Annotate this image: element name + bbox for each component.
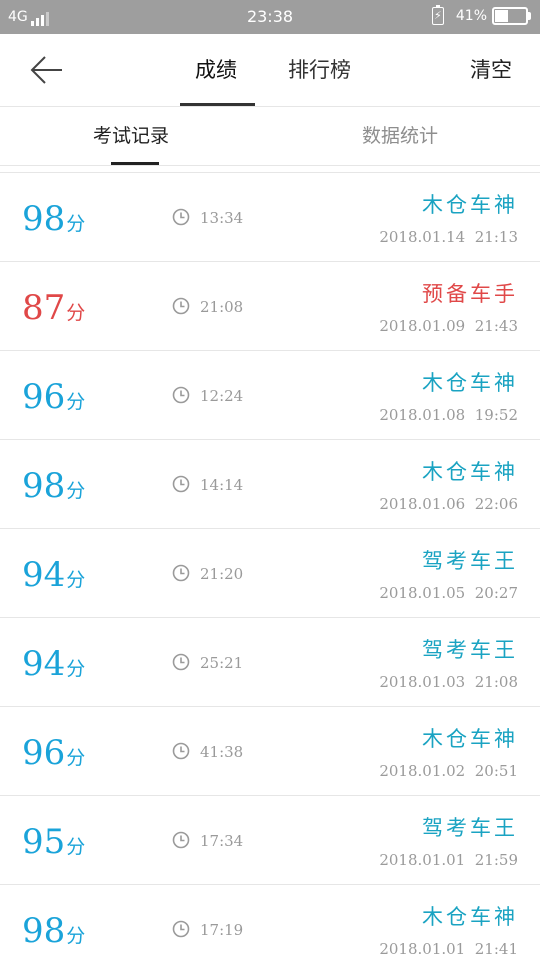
clock-icon	[172, 386, 190, 404]
charging-icon	[431, 5, 444, 25]
record-row[interactable]: 95分 17:34 驾考车王 2018.01.01 21:59	[0, 796, 540, 885]
score: 98分	[22, 911, 85, 957]
clock-icon	[172, 564, 190, 582]
subtabs: 考试记录 数据统计	[0, 107, 540, 166]
score-value: 98	[22, 199, 66, 239]
rank-title: 预备车手	[422, 282, 518, 306]
duration: 21:08	[200, 298, 244, 316]
score-value: 96	[22, 733, 66, 773]
tab-leaderboard[interactable]: 排行榜	[288, 54, 351, 86]
back-arrow-icon	[30, 56, 62, 84]
duration: 17:34	[200, 832, 244, 850]
record-row[interactable]: 96分 41:38 木仓车神 2018.01.02 20:51	[0, 707, 540, 796]
score-value: 94	[22, 644, 66, 684]
rank-title: 木仓车神	[422, 727, 518, 751]
record-row[interactable]: 98分 17:19 木仓车神 2018.01.01 21:41	[0, 885, 540, 960]
exam-datetime: 2018.01.09 21:43	[379, 317, 518, 335]
duration: 21:20	[200, 565, 244, 583]
tab-scores[interactable]: 成绩	[195, 54, 237, 86]
exam-datetime: 2018.01.06 22:06	[379, 495, 518, 513]
record-row[interactable]: 94分 25:21 驾考车王 2018.01.03 21:08	[0, 618, 540, 707]
record-row[interactable]: 87分 21:08 预备车手 2018.01.09 21:43	[0, 262, 540, 351]
clock-icon	[172, 831, 190, 849]
record-row[interactable]: 98分 14:14 木仓车神 2018.01.06 22:06	[0, 440, 540, 529]
clock-icon	[172, 653, 190, 671]
score: 98分	[22, 199, 85, 245]
exam-datetime: 2018.01.01 21:41	[379, 940, 518, 958]
status-right: 41%	[431, 5, 531, 25]
rank-title: 木仓车神	[422, 193, 518, 217]
clock-icon	[172, 920, 190, 938]
score: 95分	[22, 822, 85, 868]
score-unit: 分	[66, 569, 86, 591]
score-unit: 分	[66, 658, 86, 680]
subtab-statistics[interactable]: 数据统计	[362, 121, 438, 151]
duration: 25:21	[200, 654, 244, 672]
score-unit: 分	[66, 302, 86, 324]
subtab-exam-records[interactable]: 考试记录	[93, 121, 169, 151]
exam-datetime: 2018.01.02 20:51	[379, 762, 518, 780]
record-row[interactable]: 96分 12:24 木仓车神 2018.01.08 19:52	[0, 351, 540, 440]
duration: 14:14	[200, 476, 244, 494]
active-tab-indicator	[180, 103, 255, 106]
score: 94分	[22, 644, 85, 690]
rank-title: 木仓车神	[422, 371, 518, 395]
score-value: 95	[22, 822, 66, 862]
score-value: 98	[22, 466, 66, 506]
score-value: 98	[22, 911, 66, 951]
record-list: 98分 13:34 木仓车神 2018.01.14 21:13 87分 21:0…	[0, 172, 540, 960]
clock-icon	[172, 742, 190, 760]
duration: 13:34	[200, 209, 244, 227]
score-unit: 分	[66, 925, 86, 947]
score-unit: 分	[66, 480, 86, 502]
rank-title: 木仓车神	[422, 460, 518, 484]
score-value: 96	[22, 377, 66, 417]
clear-button[interactable]: 清空	[470, 54, 512, 86]
exam-datetime: 2018.01.14 21:13	[379, 228, 518, 246]
record-row[interactable]: 98分 13:34 木仓车神 2018.01.14 21:13	[0, 173, 540, 262]
header: 成绩 排行榜 清空	[0, 34, 540, 107]
clock-icon	[172, 475, 190, 493]
score: 87分	[22, 288, 85, 334]
battery-icon	[492, 7, 531, 25]
score: 96分	[22, 733, 85, 779]
battery-percent: 41%	[455, 8, 487, 24]
rank-title: 驾考车王	[422, 816, 518, 840]
exam-datetime: 2018.01.08 19:52	[379, 406, 518, 424]
duration: 12:24	[200, 387, 244, 405]
score-unit: 分	[66, 747, 86, 769]
score-unit: 分	[66, 391, 86, 413]
clock-icon	[172, 297, 190, 315]
score-value: 94	[22, 555, 66, 595]
clock-icon	[172, 208, 190, 226]
score: 98分	[22, 466, 85, 512]
score: 96分	[22, 377, 85, 423]
rank-title: 木仓车神	[422, 905, 518, 929]
rank-title: 驾考车王	[422, 549, 518, 573]
score-unit: 分	[66, 836, 86, 858]
screen: 4G 23:38 41% 成绩 排行榜 清空 考试记录	[0, 0, 540, 960]
back-button[interactable]	[20, 50, 68, 90]
exam-datetime: 2018.01.01 21:59	[379, 851, 518, 869]
duration: 17:19	[200, 921, 244, 939]
score: 94分	[22, 555, 85, 601]
exam-datetime: 2018.01.03 21:08	[379, 673, 518, 691]
duration: 41:38	[200, 743, 244, 761]
score-unit: 分	[66, 213, 86, 235]
record-row[interactable]: 94分 21:20 驾考车王 2018.01.05 20:27	[0, 529, 540, 618]
exam-datetime: 2018.01.05 20:27	[379, 584, 518, 602]
rank-title: 驾考车王	[422, 638, 518, 662]
score-value: 87	[22, 288, 66, 328]
status-bar: 4G 23:38 41%	[0, 0, 540, 34]
active-subtab-indicator	[111, 162, 159, 165]
